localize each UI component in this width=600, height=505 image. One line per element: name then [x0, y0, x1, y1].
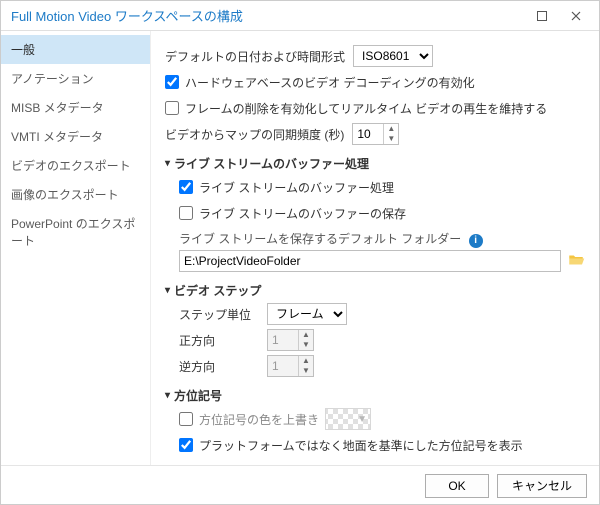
close-icon: [571, 11, 581, 21]
info-icon[interactable]: i: [469, 234, 483, 248]
step-fwd-spinner: ▲▼: [267, 329, 314, 351]
chevron-down-icon: ▾: [165, 158, 170, 169]
date-format-select[interactable]: ISO8601: [353, 45, 433, 67]
step-back-spinner: ▲▼: [267, 355, 314, 377]
chevron-down-icon[interactable]: ▼: [384, 134, 398, 144]
frame-drop-checkbox[interactable]: [165, 101, 179, 115]
hw-decoding-checkbox[interactable]: [165, 75, 179, 89]
sync-spinner[interactable]: ▲▼: [352, 123, 399, 145]
footer: OK キャンセル: [1, 465, 599, 505]
stream-save-checkbox[interactable]: [179, 206, 193, 220]
section-direction-label: 方位記号: [174, 387, 222, 404]
hw-decoding-label: ハードウェアベースのビデオ デコーディングの有効化: [185, 74, 475, 91]
close-button[interactable]: [559, 2, 593, 30]
stream-buffer-label: ライブ ストリームのバッファー処理: [199, 179, 394, 196]
section-stream[interactable]: ▾ ライブ ストリームのバッファー処理: [165, 155, 585, 172]
chevron-down-icon: ▼: [357, 414, 370, 425]
step-back-label: 逆方向: [179, 358, 259, 375]
stream-folder-input[interactable]: [179, 250, 561, 272]
section-stream-label: ライブ ストリームのバッファー処理: [174, 155, 369, 172]
step-fwd-label: 正方向: [179, 332, 259, 349]
section-step[interactable]: ▾ ビデオ ステップ: [165, 282, 585, 299]
dir-ground-label: プラットフォームではなく地面を基準にした方位記号を表示: [199, 437, 523, 454]
sidebar-item-vmti[interactable]: VMTI メタデータ: [1, 122, 150, 151]
chevron-down-icon: ▾: [165, 285, 170, 296]
chevron-up-icon[interactable]: ▲: [384, 124, 398, 134]
chevron-up-icon: ▲: [299, 356, 313, 366]
section-direction[interactable]: ▾ 方位記号: [165, 387, 585, 404]
sidebar-item-export-ppt[interactable]: PowerPoint のエクスポート: [1, 209, 150, 255]
stream-folder-label: ライブ ストリームを保存するデフォルト フォルダー: [179, 232, 461, 246]
sidebar-item-export-image[interactable]: 画像のエクスポート: [1, 180, 150, 209]
sidebar-item-export-video[interactable]: ビデオのエクスポート: [1, 151, 150, 180]
step-back-input: [268, 356, 298, 376]
dir-override-checkbox[interactable]: [179, 412, 193, 426]
step-unit-label: ステップ単位: [179, 306, 259, 323]
maximize-icon: [537, 11, 547, 21]
content-panel: デフォルトの日付および時間形式 ISO8601 ハードウェアベースのビデオ デコ…: [151, 31, 599, 465]
title-bar: Full Motion Video ワークスペースの構成: [1, 1, 599, 31]
stream-save-label: ライブ ストリームのバッファーの保存: [199, 205, 406, 222]
step-unit-select[interactable]: フレーム: [267, 303, 347, 325]
chevron-down-icon: ▼: [299, 340, 313, 350]
folder-open-icon: [567, 251, 585, 269]
browse-folder-button[interactable]: [567, 251, 585, 272]
sync-input[interactable]: [353, 124, 383, 144]
window-title: Full Motion Video ワークスペースの構成: [11, 6, 525, 25]
chevron-down-icon: ▾: [165, 390, 170, 401]
sidebar-item-misb[interactable]: MISB メタデータ: [1, 93, 150, 122]
chevron-up-icon: ▲: [299, 330, 313, 340]
sidebar-item-annotation[interactable]: アノテーション: [1, 64, 150, 93]
maximize-button[interactable]: [525, 2, 559, 30]
section-step-label: ビデオ ステップ: [174, 282, 261, 299]
sidebar: 一般 アノテーション MISB メタデータ VMTI メタデータ ビデオのエクス…: [1, 31, 151, 465]
dir-ground-checkbox[interactable]: [179, 438, 193, 452]
sidebar-item-general[interactable]: 一般: [1, 35, 150, 64]
chevron-down-icon: ▼: [299, 366, 313, 376]
frame-drop-label: フレームの削除を有効化してリアルタイム ビデオの再生を維持する: [185, 100, 547, 117]
dir-override-label: 方位記号の色を上書き: [199, 411, 319, 428]
stream-buffer-checkbox[interactable]: [179, 180, 193, 194]
step-fwd-input: [268, 330, 298, 350]
cancel-button[interactable]: キャンセル: [497, 474, 587, 498]
sync-label: ビデオからマップの同期頻度 (秒): [165, 126, 344, 143]
ok-button[interactable]: OK: [425, 474, 489, 498]
color-swatch: ▼: [325, 408, 371, 430]
date-format-label: デフォルトの日付および時間形式: [165, 48, 345, 65]
